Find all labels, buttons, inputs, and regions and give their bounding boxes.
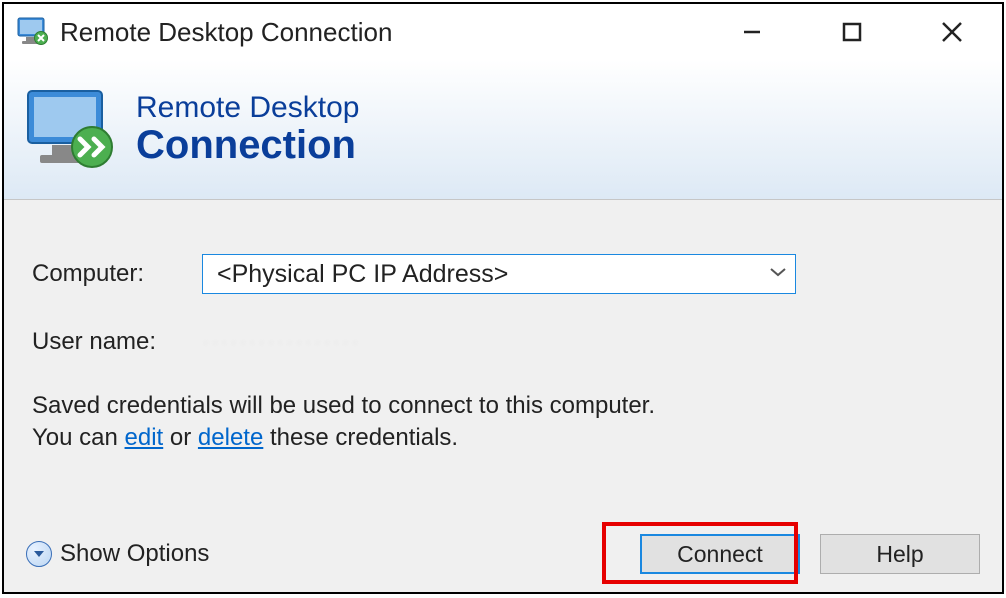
banner-line2: Connection [136,123,359,167]
banner: Remote Desktop Connection [4,60,1002,200]
titlebar: Remote Desktop Connection [4,4,1002,60]
rdc-banner-icon [22,85,122,175]
expand-icon [26,541,52,567]
connect-label: Connect [677,541,763,568]
window-controls [702,4,1002,60]
username-value: ················· [202,329,361,355]
computer-row: Computer: <Physical PC IP Address> [32,254,974,294]
help-button[interactable]: Help [820,534,980,574]
username-label: User name: [32,328,202,356]
credentials-line1: Saved credentials will be used to connec… [32,392,655,419]
banner-text: Remote Desktop Connection [136,93,359,167]
window-title: Remote Desktop Connection [60,17,702,48]
rdc-window: Remote Desktop Connection [2,2,1004,594]
show-options-label: Show Options [60,540,209,568]
computer-combobox[interactable]: <Physical PC IP Address> [202,254,796,294]
credentials-notice: Saved credentials will be used to connec… [32,390,974,455]
credentials-prefix: You can [32,424,125,451]
rdc-titlebar-icon [16,16,52,48]
edit-credentials-link[interactable]: edit [125,424,164,451]
help-label: Help [876,541,923,568]
show-options-toggle[interactable]: Show Options [26,540,209,568]
computer-value: <Physical PC IP Address> [217,260,769,289]
credentials-suffix: these credentials. [263,424,458,451]
minimize-button[interactable] [702,4,802,60]
maximize-button[interactable] [802,4,902,60]
computer-label: Computer: [32,260,202,288]
footer-bar: Show Options Connect Help [4,516,1002,592]
close-button[interactable] [902,4,1002,60]
delete-credentials-link[interactable]: delete [198,424,263,451]
body: Computer: <Physical PC IP Address> User … [4,200,1002,592]
connect-button[interactable]: Connect [640,534,800,574]
credentials-mid: or [163,424,198,451]
banner-line1: Remote Desktop [136,93,359,123]
username-row: User name: ················· [32,328,974,356]
chevron-down-icon [769,265,787,283]
